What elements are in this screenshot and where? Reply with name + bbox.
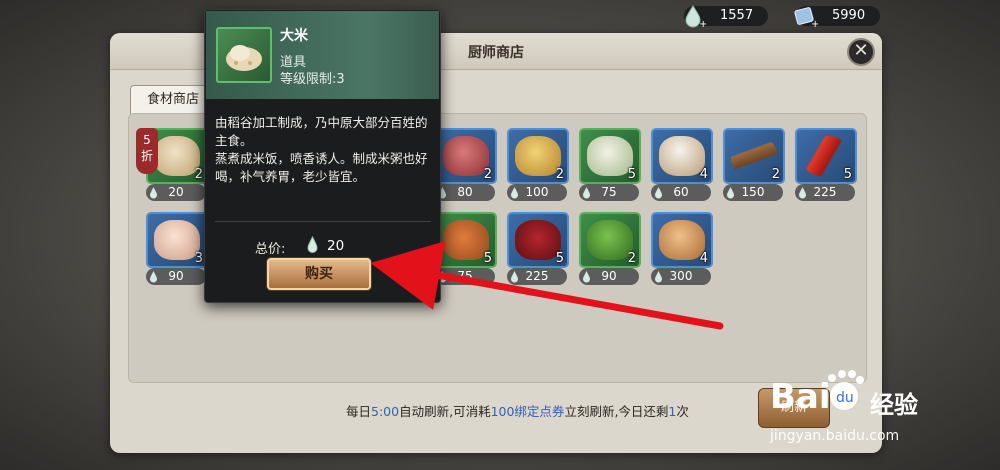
watermark-url: jingyan.baidu.com [770, 428, 900, 444]
svg-text:Bai: Bai [770, 377, 831, 417]
watermark-text: 经验 [870, 391, 918, 419]
svg-text:du: du [836, 390, 854, 406]
